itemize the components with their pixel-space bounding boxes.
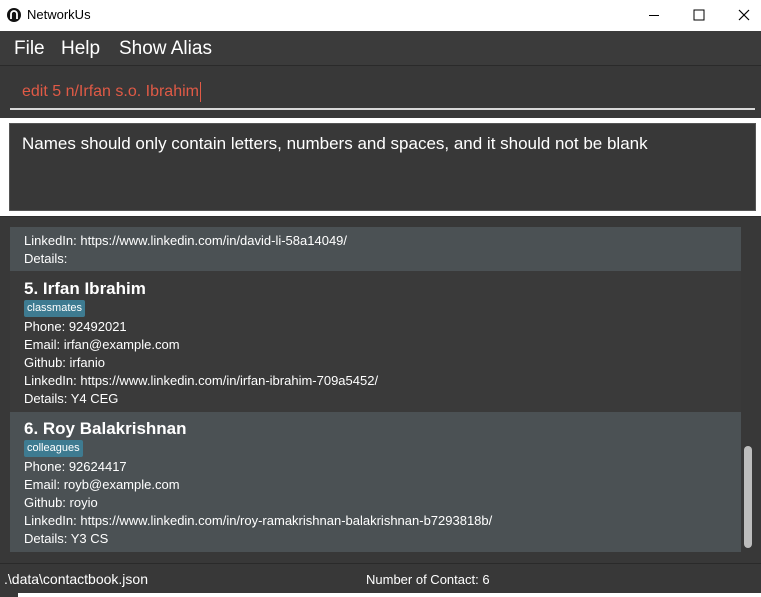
result-display: Names should only contain letters, numbe… xyxy=(9,123,756,211)
status-bar: .\data\contactbook.json Number of Contac… xyxy=(0,563,761,594)
person-linkedin: LinkedIn: https://www.linkedin.com/in/ro… xyxy=(24,513,493,528)
person-card-6[interactable]: 6. Roy Balakrishnan colleagues Phone: 92… xyxy=(10,412,741,552)
window-bottom-edge xyxy=(0,593,761,597)
maximize-button[interactable] xyxy=(676,0,722,31)
app-logo-icon xyxy=(7,8,21,22)
person-linkedin: LinkedIn: https://www.linkedin.com/in/ir… xyxy=(24,373,379,388)
title-bar: NetworkUs xyxy=(0,0,761,31)
tag-badge: colleagues xyxy=(24,440,83,457)
command-box: edit 5 n/Irfan s.o. Ibrahim xyxy=(0,65,761,118)
person-github: Github: irfanio xyxy=(24,355,105,370)
save-location: .\data\contactbook.json xyxy=(4,571,148,587)
person-details: Details: Y3 CS xyxy=(24,531,109,546)
person-details: Details: Y4 CEG xyxy=(24,391,119,406)
menu-bar: File Help Show Alias xyxy=(0,31,761,65)
minimize-button[interactable] xyxy=(631,0,677,31)
command-input-underline xyxy=(10,108,755,110)
scrollbar-thumb[interactable] xyxy=(744,446,752,548)
person-phone: Phone: 92624417 xyxy=(24,459,127,474)
window-title: NetworkUs xyxy=(27,7,91,22)
tag-badge: classmates xyxy=(24,300,86,317)
minimize-icon xyxy=(649,15,659,16)
command-input[interactable]: edit 5 n/Irfan s.o. Ibrahim xyxy=(22,82,201,102)
person-card-5[interactable]: 5. Irfan Ibrahim classmates Phone: 92492… xyxy=(10,271,741,412)
person-phone: Phone: 92492021 xyxy=(24,319,127,334)
person-name: 6. Roy Balakrishnan xyxy=(24,419,187,438)
menu-file[interactable]: File xyxy=(14,38,45,60)
menu-help[interactable]: Help xyxy=(61,38,100,60)
command-input-text: edit 5 n/Irfan s.o. Ibrahim xyxy=(22,83,199,101)
person-email: Email: irfan@example.com xyxy=(24,337,180,352)
person-email: Email: royb@example.com xyxy=(24,477,180,492)
person-github: Github: royio xyxy=(24,495,98,510)
list-scrollbar[interactable] xyxy=(741,227,755,552)
close-icon xyxy=(738,9,750,21)
menu-show-alias[interactable]: Show Alias xyxy=(119,38,212,60)
result-message: Names should only contain letters, numbe… xyxy=(22,134,648,153)
person-linkedin: LinkedIn: https://www.linkedin.com/in/da… xyxy=(24,233,348,248)
person-details: Details: xyxy=(24,251,68,266)
maximize-icon xyxy=(693,9,705,21)
contact-count: Number of Contact: 6 xyxy=(366,572,490,587)
text-caret xyxy=(199,82,201,102)
close-button[interactable] xyxy=(721,0,761,31)
person-name: 5. Irfan Ibrahim xyxy=(24,279,146,298)
person-card-partial[interactable]: LinkedIn: https://www.linkedin.com/in/da… xyxy=(10,227,741,271)
